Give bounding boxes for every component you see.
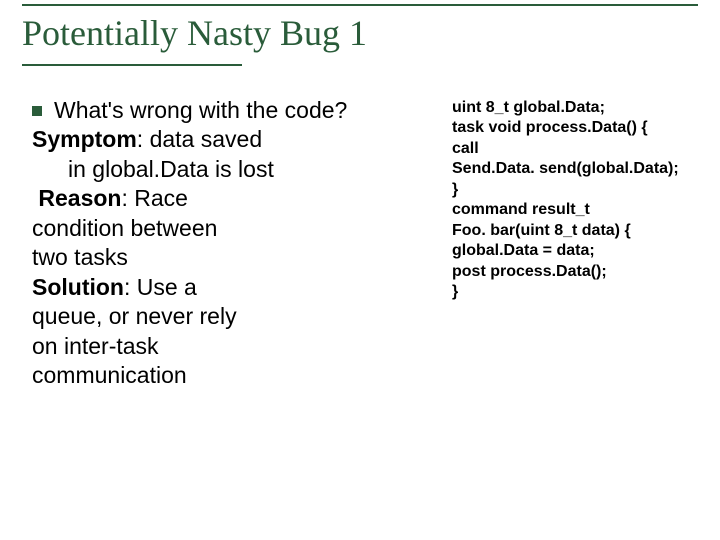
square-bullet-icon	[32, 106, 42, 116]
code-line: call	[452, 139, 704, 159]
code-line: uint 8_t global.Data;	[452, 98, 704, 118]
slide-title: Potentially Nasty Bug 1	[22, 6, 698, 64]
symptom-line-1: Symptom: data saved	[32, 125, 432, 154]
slide: Potentially Nasty Bug 1 What's wrong wit…	[0, 0, 720, 540]
title-block: Potentially Nasty Bug 1	[22, 4, 698, 66]
solution-line-4: communication	[32, 361, 432, 390]
bullet-item: What's wrong with the code?	[32, 96, 432, 125]
code-line: }	[452, 282, 704, 302]
reason-line-3: two tasks	[32, 243, 432, 272]
code-line: Send.Data. send(global.Data);	[452, 159, 704, 179]
title-rule-bottom	[22, 64, 242, 66]
code-block: uint 8_t global.Data; task void process.…	[452, 98, 704, 303]
code-line: post process.Data();	[452, 262, 704, 282]
code-line: command result_t	[452, 200, 704, 220]
reason-line-1: Reason: Race	[32, 184, 432, 213]
solution-line-3: on inter-task	[32, 332, 432, 361]
reason-line-2: condition between	[32, 214, 432, 243]
symptom-line-2: in global.Data is lost	[32, 155, 432, 184]
body-text: What's wrong with the code? Symptom: dat…	[32, 96, 432, 390]
code-line: Foo. bar(uint 8_t data) {	[452, 221, 704, 241]
solution-line-2: queue, or never rely	[32, 302, 432, 331]
code-line: global.Data = data;	[452, 241, 704, 261]
code-line: }	[452, 180, 704, 200]
code-line: task void process.Data() {	[452, 118, 704, 138]
solution-line-1: Solution: Use a	[32, 273, 432, 302]
question-text: What's wrong with the code?	[54, 96, 347, 125]
